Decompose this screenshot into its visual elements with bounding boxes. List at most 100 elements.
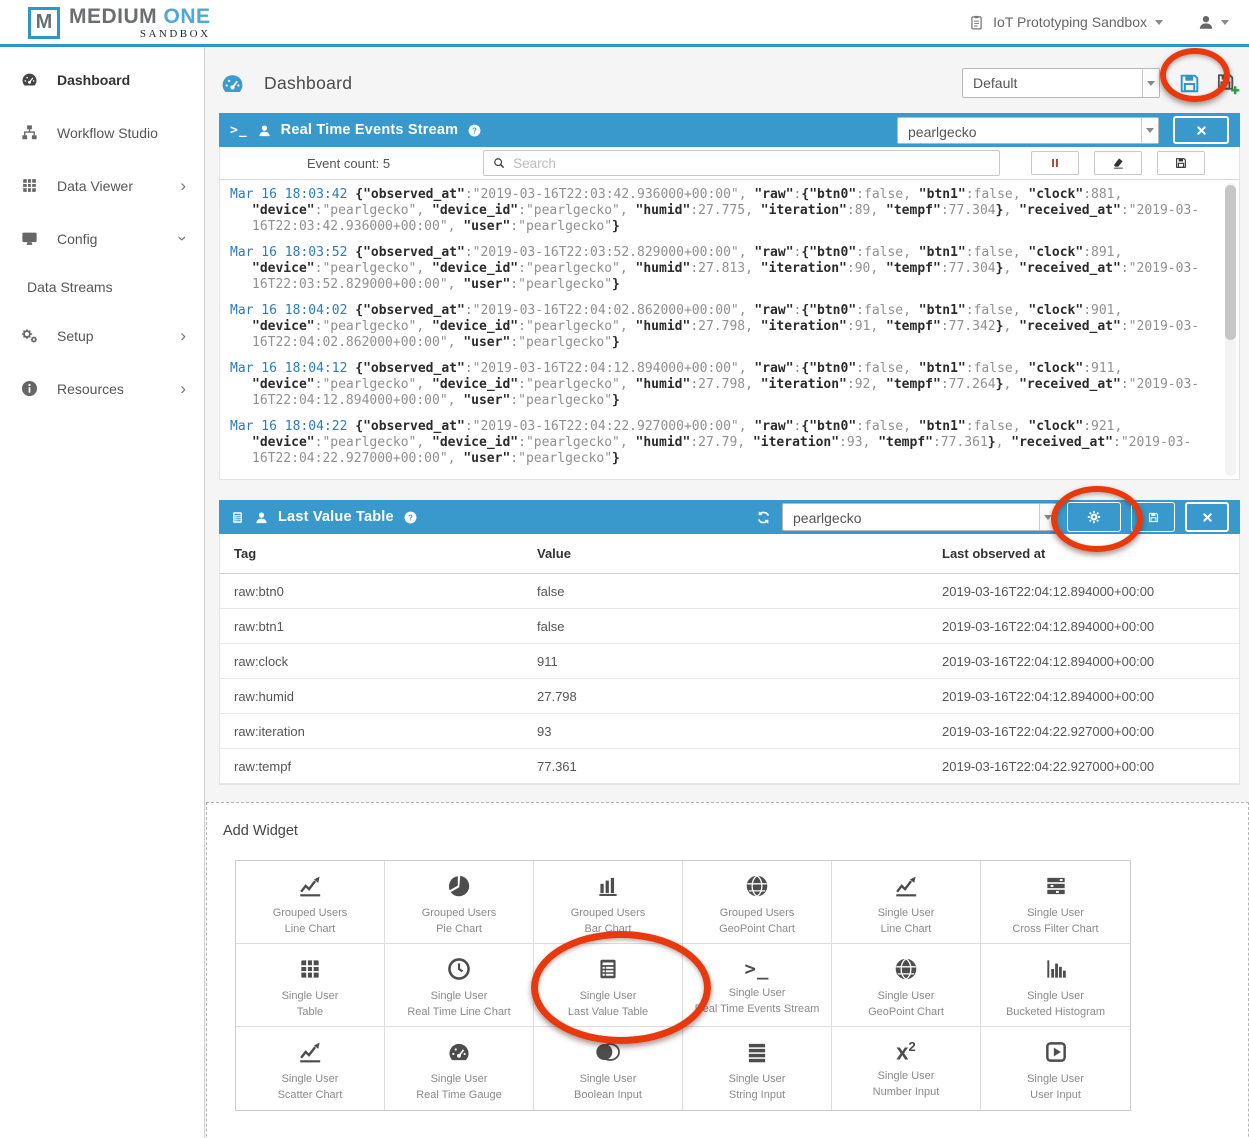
log-timestamp: Mar 16 18:04:02 — [230, 303, 347, 318]
pause-stream-button[interactable] — [1031, 151, 1079, 175]
widget-label-line2: Line Chart — [832, 922, 980, 936]
chevron-down-icon — [1146, 128, 1154, 133]
dashboard-select-value: Default — [963, 69, 1142, 97]
help-icon[interactable]: ? — [467, 123, 482, 138]
refresh-icon[interactable] — [755, 509, 772, 526]
widget-label-line1: Single User — [981, 906, 1130, 920]
user-menu[interactable] — [1197, 13, 1229, 31]
widget-label-line2: Boolean Input — [534, 1088, 682, 1102]
sidebar-item-dashboard[interactable]: Dashboard — [0, 53, 204, 106]
events-close-button[interactable] — [1173, 116, 1229, 144]
sidebar-item-label: Resources — [57, 381, 124, 397]
widget-single-user-real-time-gauge[interactable]: Single UserReal Time Gauge — [385, 1027, 534, 1110]
sidebar-nav: DashboardWorkflow Studio Data Viewer › Conf… — [0, 47, 205, 1138]
last-observed-cell: 2019-03-16T22:04:12.894000+00:00 — [928, 654, 1239, 669]
widget-grouped-users-geopoint-chart[interactable]: Grouped UsersGeoPoint Chart — [683, 861, 832, 944]
page: M MEDIUM ONE SANDBOX IoT Prototyping San… — [0, 0, 1249, 1138]
chevron-down-icon — [1155, 20, 1163, 25]
eraser-icon — [1111, 156, 1125, 170]
widget-label-line2: User Input — [981, 1088, 1130, 1102]
column-header-value: Value — [523, 546, 928, 561]
add-dashboard-button[interactable] — [1215, 71, 1240, 96]
floppy-icon — [1174, 156, 1188, 170]
close-icon — [1201, 511, 1214, 524]
sidebar-item-setup[interactable]: Setup› — [0, 309, 204, 362]
table-header-row: TagValueLast observed at — [220, 534, 1239, 574]
medium-one-logo[interactable]: M MEDIUM ONE SANDBOX — [28, 5, 211, 40]
widget-single-user-real-time-line-chart[interactable]: Single UserReal Time Line Chart — [385, 944, 534, 1027]
sitemap-icon — [18, 123, 40, 142]
widget-single-user-last-value-table[interactable]: Single UserLast Value Table — [534, 944, 683, 1027]
widget-single-user-geopoint-chart[interactable]: Single UserGeoPoint Chart — [832, 944, 981, 1027]
widget-label-line2: Real Time Events Stream — [683, 1002, 831, 1016]
events-stream-panel: >_ Real Time Events Stream ? pearlgecko … — [219, 113, 1240, 480]
widget-single-user-scatter-chart[interactable]: Single UserScatter Chart — [236, 1027, 385, 1110]
chevron-down-icon — [1221, 20, 1229, 25]
last-value-table-icon — [595, 954, 621, 984]
clear-stream-button[interactable] — [1094, 151, 1142, 175]
monitor-icon — [18, 229, 40, 248]
select-caret[interactable] — [1142, 69, 1159, 97]
widget-label-line1: Grouped Users — [385, 906, 533, 920]
widget-single-user-boolean-input[interactable]: Single UserBoolean Input — [534, 1027, 683, 1110]
log-timestamp: Mar 16 18:03:52 — [230, 245, 347, 260]
chevron-right-icon: › — [180, 177, 186, 194]
workspace-name: IoT Prototyping Sandbox — [993, 14, 1147, 30]
dashboard-select[interactable]: Default — [962, 68, 1160, 98]
widget-single-user-cross-filter-chart[interactable]: Single UserCross Filter Chart — [981, 861, 1130, 944]
widget-single-user-number-input[interactable]: x2Single UserNumber Input — [832, 1027, 981, 1110]
save-dashboard-button[interactable] — [1177, 71, 1202, 96]
log-json: {"observed_at":"2019-03-16T22:03:42.9360… — [252, 187, 1199, 234]
log-json: {"observed_at":"2019-03-16T22:04:22.9270… — [252, 419, 1191, 466]
scrollbar-thumb[interactable] — [1225, 185, 1236, 340]
sidebar-item-resources[interactable]: Resources› — [0, 362, 204, 415]
select-caret[interactable] — [1039, 504, 1056, 530]
widget-single-user-user-input[interactable]: Single UserUser Input — [981, 1027, 1130, 1110]
log-timestamp: Mar 16 18:04:22 — [230, 419, 347, 434]
widget-grouped-users-bar-chart[interactable]: Grouped UsersBar Chart — [534, 861, 683, 944]
workspace-switcher[interactable]: IoT Prototyping Sandbox — [968, 14, 1163, 31]
widget-single-user-real-time-events-stream[interactable]: >_Single UserReal Time Events Stream — [683, 944, 832, 1027]
bar-chart-icon — [595, 871, 621, 901]
save-stream-button[interactable] — [1157, 151, 1205, 175]
widget-single-user-line-chart[interactable]: Single UserLine Chart — [832, 861, 981, 944]
sidebar-item-data-viewer[interactable]: Data Viewer › — [0, 159, 204, 212]
events-device-select[interactable]: pearlgecko — [897, 117, 1159, 144]
widget-single-user-table[interactable]: Single UserTable — [236, 944, 385, 1027]
sidebar-item-workflow-studio[interactable]: Workflow Studio — [0, 106, 204, 159]
sidebar-item-config[interactable]: Config› — [0, 212, 204, 265]
svg-text:?: ? — [472, 126, 477, 135]
widget-label-line2: Line Chart — [236, 922, 384, 936]
widget-grouped-users-line-chart[interactable]: Grouped UsersLine Chart — [236, 861, 385, 944]
last-value-table-panel: Last Value Table ? pearlgecko TagValueLa… — [219, 500, 1240, 785]
lvt-save-button[interactable] — [1131, 502, 1175, 532]
sidebar-item-label: Setup — [57, 328, 94, 344]
lvt-close-button[interactable] — [1185, 502, 1229, 532]
search-input[interactable] — [513, 156, 991, 171]
lvt-device-select[interactable]: pearlgecko — [782, 503, 1057, 531]
widget-label-line1: Single User — [683, 986, 831, 1000]
widget-single-user-bucketed-histogram[interactable]: Single UserBucketed Histogram — [981, 944, 1130, 1027]
help-icon[interactable]: ? — [403, 510, 418, 525]
widget-grouped-users-pie-chart[interactable]: Grouped UsersPie Chart — [385, 861, 534, 944]
widget-label-line1: Single User — [385, 1072, 533, 1086]
last-observed-cell: 2019-03-16T22:04:12.894000+00:00 — [928, 689, 1239, 704]
sidebar-item-label: Config — [57, 231, 97, 247]
scatter-chart-icon — [297, 1037, 323, 1067]
table-icon — [297, 954, 323, 984]
events-log: Mar 16 18:03:42 {"observed_at":"2019-03-… — [219, 180, 1240, 480]
terminal-icon: >_ — [230, 123, 248, 138]
value-cell: 93 — [523, 724, 928, 739]
select-caret[interactable] — [1141, 118, 1158, 143]
table-row: raw:tempf77.3612019-03-16T22:04:22.92700… — [220, 749, 1239, 784]
events-device-value: pearlgecko — [898, 118, 1141, 143]
widget-label-line1: Single User — [832, 1069, 980, 1083]
lvt-settings-button[interactable] — [1067, 502, 1121, 532]
sidebar-item-label: Data Viewer — [57, 178, 133, 194]
dashboard-gauge-icon — [219, 70, 246, 97]
sidebar-item-data-streams[interactable]: Data Streams — [0, 265, 204, 309]
widget-single-user-string-input[interactable]: Single UserString Input — [683, 1027, 832, 1110]
floppy-icon — [1147, 511, 1160, 524]
table-row: raw:clock9112019-03-16T22:04:12.894000+0… — [220, 644, 1239, 679]
gauge-icon — [446, 1037, 472, 1067]
